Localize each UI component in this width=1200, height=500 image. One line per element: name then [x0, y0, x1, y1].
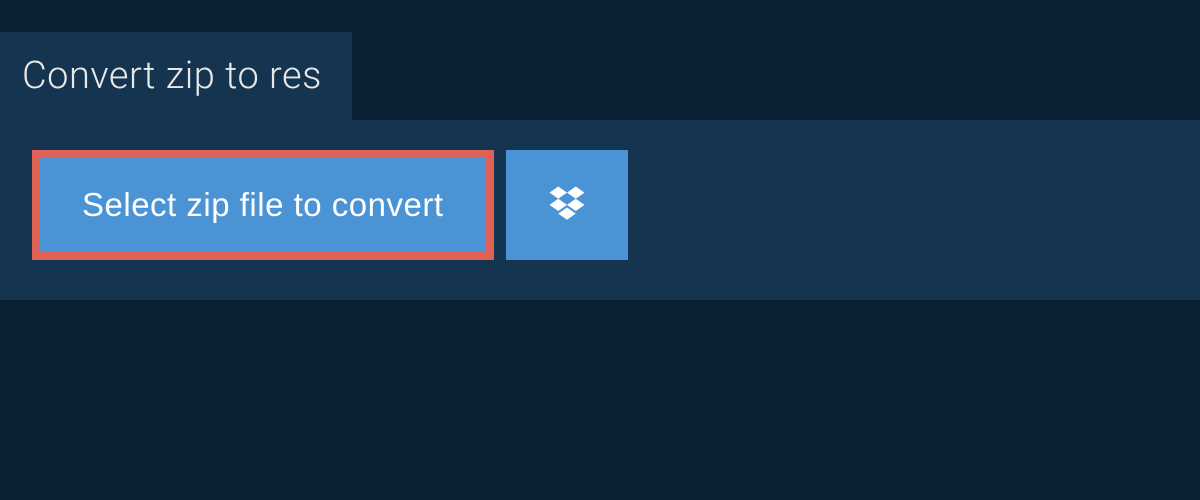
button-row: Select zip file to convert	[32, 150, 1168, 260]
select-file-button[interactable]: Select zip file to convert	[32, 150, 494, 260]
dropbox-button[interactable]	[506, 150, 628, 260]
select-file-label: Select zip file to convert	[82, 186, 444, 224]
upload-panel: Select zip file to convert	[0, 120, 1200, 300]
page-title: Convert zip to res	[22, 54, 322, 98]
dropbox-icon	[546, 183, 588, 228]
header-tab: Convert zip to res	[0, 32, 352, 120]
